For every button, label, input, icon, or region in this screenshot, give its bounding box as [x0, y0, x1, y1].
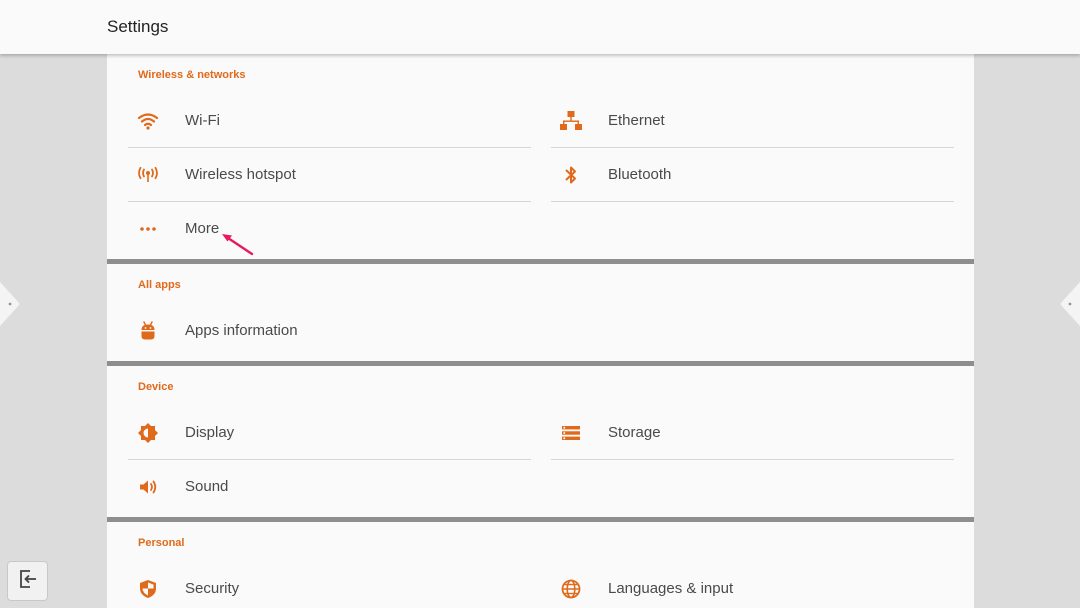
pointer-arrow-annotation: [222, 234, 254, 256]
volume-icon: [136, 476, 160, 498]
settings-item-languages-input[interactable]: Languages & input: [551, 562, 954, 608]
settings-item-label: Languages & input: [608, 580, 734, 597]
settings-item-label: Sound: [185, 478, 229, 495]
more-dots-icon: [136, 218, 160, 240]
right-edge-drawer-handle[interactable]: [1060, 282, 1080, 326]
settings-item-wireless-hotspot[interactable]: Wireless hotspot: [128, 148, 531, 202]
section-title: All apps: [138, 279, 181, 291]
wifi-icon: [136, 110, 160, 132]
section-title: Device: [138, 381, 174, 393]
storage-icon: [559, 422, 583, 444]
settings-item-sound[interactable]: Sound: [128, 460, 531, 514]
brightness-icon: [136, 422, 160, 444]
settings-item-label: Wireless hotspot: [185, 166, 296, 183]
settings-item-label: More: [185, 220, 220, 237]
top-app-bar: Settings: [0, 0, 1080, 54]
settings-item-label: Bluetooth: [608, 166, 672, 183]
settings-item-wifi[interactable]: Wi-Fi: [128, 94, 531, 148]
settings-item-security[interactable]: Security: [128, 562, 531, 608]
ethernet-icon: [559, 110, 583, 132]
settings-item-ethernet[interactable]: Ethernet: [551, 94, 954, 148]
settings-item-bluetooth[interactable]: Bluetooth: [551, 148, 954, 202]
settings-item-apps-information[interactable]: Apps information: [128, 304, 531, 358]
exit-icon: [17, 568, 39, 595]
settings-item-label: Apps information: [185, 322, 298, 339]
settings-item-display[interactable]: Display: [128, 406, 531, 460]
settings-item-label: Storage: [608, 424, 661, 441]
settings-item-storage[interactable]: Storage: [551, 406, 954, 460]
section-title: Wireless & networks: [138, 69, 246, 81]
section-all-apps: All apps Apps information: [107, 264, 974, 366]
settings-item-label: Security: [185, 580, 240, 597]
settings-item-label: Display: [185, 424, 235, 441]
section-title: Personal: [138, 537, 185, 549]
shield-icon: [136, 578, 160, 600]
left-edge-drawer-handle[interactable]: [0, 282, 20, 326]
bluetooth-icon: [559, 164, 583, 186]
globe-icon: [559, 578, 583, 600]
exit-button[interactable]: [7, 561, 48, 601]
settings-item-more[interactable]: More: [128, 202, 531, 256]
android-icon: [136, 320, 160, 342]
page-title: Settings: [107, 17, 169, 36]
section-device: Device Display Storage Sound: [107, 366, 974, 522]
settings-item-label: Ethernet: [608, 112, 665, 129]
section-personal: Personal Security Languages & input: [107, 522, 974, 608]
settings-item-label: Wi-Fi: [185, 112, 220, 129]
hotspot-icon: [136, 164, 160, 186]
